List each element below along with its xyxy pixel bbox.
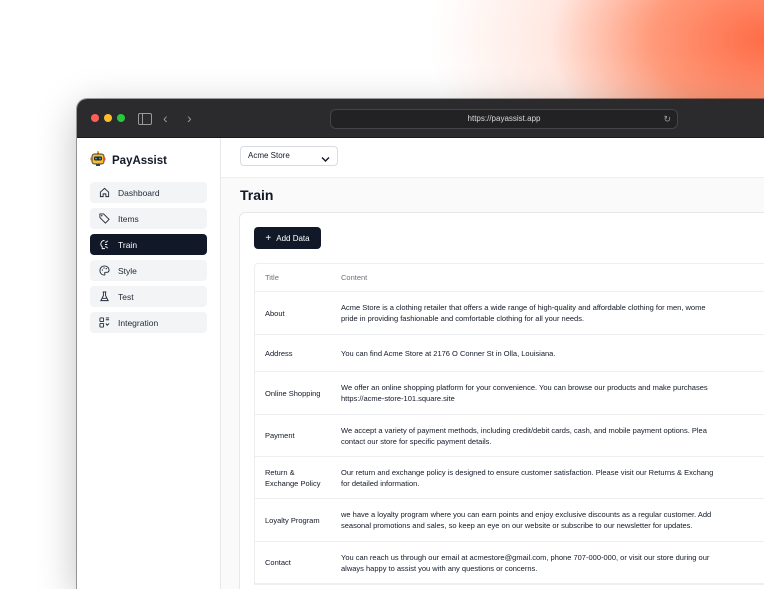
page-title: Train bbox=[240, 187, 274, 203]
tag-icon bbox=[99, 213, 110, 224]
browser-titlebar: ‹ › https://payassist.app ↻ bbox=[77, 99, 764, 138]
add-data-label: Add Data bbox=[276, 233, 310, 243]
robot-logo-icon bbox=[90, 150, 106, 172]
table-row[interactable]: About Acme Store is a clothing retailer … bbox=[255, 292, 764, 335]
sidebar-item-integration[interactable]: Integration bbox=[90, 312, 207, 333]
table-row[interactable]: Return & Exchange Policy Our return and … bbox=[255, 457, 764, 499]
row-content: You can find Acme Store at 2176 O Conner… bbox=[341, 348, 764, 359]
url-text: https://payassist.app bbox=[467, 114, 541, 123]
address-bar[interactable]: https://payassist.app ↻ bbox=[330, 109, 678, 129]
row-title: Loyalty Program bbox=[265, 515, 320, 525]
app-root: PayAssist Dashboard Items Train Style Te… bbox=[77, 138, 764, 589]
row-content: You can reach us through our email at ac… bbox=[341, 552, 764, 574]
row-content-line: always happy to assist you with any ques… bbox=[341, 563, 538, 573]
content-area: Train + Add Data Title Content About Acm… bbox=[221, 178, 764, 589]
sidebar-item-style[interactable]: Style bbox=[90, 260, 207, 281]
sidebar-item-label: Test bbox=[118, 291, 134, 302]
row-content: Acme Store is a clothing retailer that o… bbox=[341, 302, 764, 324]
row-title-line: Return & bbox=[265, 467, 295, 477]
sidebar-item-label: Integration bbox=[118, 317, 159, 328]
sidebar: PayAssist Dashboard Items Train Style Te… bbox=[77, 138, 221, 589]
brain-icon bbox=[99, 239, 110, 250]
table-row[interactable]: Payment We accept a variety of payment m… bbox=[255, 415, 764, 457]
row-content-line: we have a loyalty program where you can … bbox=[341, 510, 712, 519]
store-select-value: Acme Store bbox=[248, 151, 290, 160]
row-title-line: Exchange Policy bbox=[265, 478, 321, 488]
table-row[interactable]: Loyalty Program we have a loyalty progra… bbox=[255, 499, 764, 542]
row-content: Our return and exchange policy is design… bbox=[341, 467, 764, 489]
row-content-line: We offer an online shopping platform for… bbox=[341, 383, 708, 392]
sidebar-item-dashboard[interactable]: Dashboard bbox=[90, 182, 207, 203]
row-title: Return & Exchange Policy bbox=[255, 467, 341, 489]
row-title: Payment bbox=[265, 431, 295, 440]
flask-icon bbox=[99, 291, 110, 302]
sidebar-item-label: Dashboard bbox=[118, 187, 160, 198]
row-content-line: You can find Acme Store at 2176 O Conner… bbox=[341, 348, 556, 358]
row-content-line: for detailed information. bbox=[341, 478, 420, 488]
brand[interactable]: PayAssist bbox=[90, 150, 167, 172]
table-row[interactable]: Online Shopping We offer an online shopp… bbox=[255, 372, 764, 415]
chevron-down-icon bbox=[321, 152, 330, 170]
row-content: We offer an online shopping platform for… bbox=[341, 382, 764, 404]
row-content-line: Our return and exchange policy is design… bbox=[341, 467, 714, 477]
sidebar-item-label: Style bbox=[118, 265, 137, 276]
home-icon bbox=[99, 187, 110, 198]
sidebar-item-label: Train bbox=[118, 239, 138, 250]
table-row[interactable]: Address You can find Acme Store at 2176 … bbox=[255, 335, 764, 372]
browser-window: ‹ › https://payassist.app ↻ PayAssist Da… bbox=[77, 99, 764, 589]
table-row[interactable]: Contact You can reach us through our ema… bbox=[255, 542, 764, 584]
forward-arrow-icon[interactable]: › bbox=[187, 108, 192, 128]
row-title: Address bbox=[265, 348, 293, 358]
reload-icon[interactable]: ↻ bbox=[663, 110, 671, 128]
palette-icon bbox=[99, 265, 110, 276]
main-panel: Acme Store Train + Add Data Title Conten… bbox=[221, 138, 764, 589]
sidebar-item-label: Items bbox=[118, 213, 139, 224]
close-window-button[interactable] bbox=[91, 114, 99, 122]
row-content: we have a loyalty program where you can … bbox=[341, 509, 764, 531]
row-content-line: https://acme-store-101.square.site bbox=[341, 394, 455, 403]
row-content: We accept a variety of payment methods, … bbox=[341, 425, 764, 447]
column-header-content: Content bbox=[341, 273, 368, 282]
row-title: Contact bbox=[265, 558, 291, 567]
back-arrow-icon[interactable]: ‹ bbox=[163, 108, 168, 128]
sidebar-item-items[interactable]: Items bbox=[90, 208, 207, 229]
train-card: + Add Data Title Content About Acme Stor… bbox=[239, 212, 764, 589]
row-content-line: seasonal promotions and sales, so keep a… bbox=[341, 521, 693, 530]
sidebar-item-train[interactable]: Train bbox=[90, 234, 207, 255]
row-content-line: contact our store for specific payment d… bbox=[341, 436, 492, 446]
minimize-window-button[interactable] bbox=[104, 114, 112, 122]
store-select[interactable]: Acme Store bbox=[240, 146, 338, 166]
sidebar-nav: Dashboard Items Train Style Test Integra… bbox=[90, 182, 207, 338]
sidebar-item-test[interactable]: Test bbox=[90, 286, 207, 307]
row-content-line: You can reach us through our email at ac… bbox=[341, 552, 710, 562]
table-header: Title Content bbox=[255, 264, 764, 292]
row-content-line: pride in providing fashionable and comfo… bbox=[341, 314, 585, 323]
integration-icon bbox=[99, 317, 110, 328]
maximize-window-button[interactable] bbox=[117, 114, 125, 122]
add-data-button[interactable]: + Add Data bbox=[254, 227, 321, 249]
sidebar-toggle-icon[interactable] bbox=[138, 113, 152, 125]
row-title: About bbox=[265, 308, 285, 318]
brand-name: PayAssist bbox=[112, 155, 167, 167]
plus-icon: + bbox=[265, 232, 272, 244]
top-bar: Acme Store bbox=[221, 138, 764, 178]
row-title: Online Shopping bbox=[265, 388, 321, 398]
data-table: Title Content About Acme Store is a clot… bbox=[254, 263, 764, 585]
row-content-line: We accept a variety of payment methods, … bbox=[341, 425, 707, 435]
column-header-title: Title bbox=[265, 273, 279, 282]
row-content-line: Acme Store is a clothing retailer that o… bbox=[341, 303, 706, 312]
